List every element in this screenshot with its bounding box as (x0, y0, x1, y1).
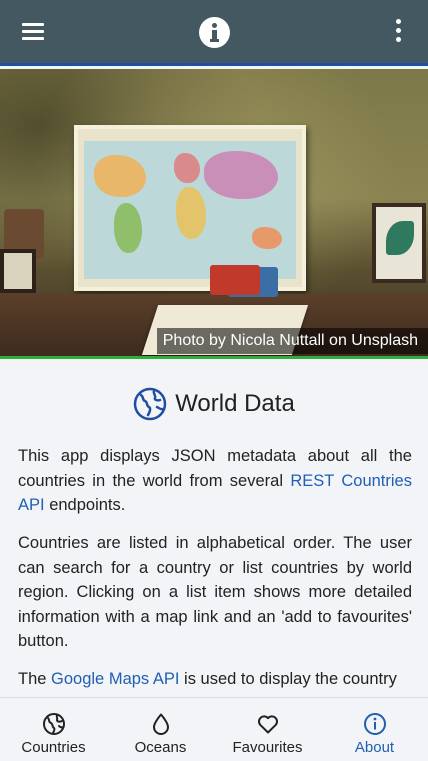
tab-about[interactable]: About (321, 698, 428, 761)
water-drop-icon (153, 713, 169, 735)
framed-picture-left (0, 249, 36, 293)
tab-oceans[interactable]: Oceans (107, 698, 214, 761)
heart-icon (258, 715, 278, 734)
listing-paragraph: Countries are listed in alphabetical ord… (18, 534, 412, 650)
photo-credit: Photo by Nicola Nuttall on Unsplash (156, 328, 428, 354)
tab-countries[interactable]: Countries (0, 698, 107, 761)
maps-paragraph: The Google Maps API is used to display t… (18, 670, 397, 688)
more-vertical-icon[interactable] (394, 19, 402, 45)
tab-label: About (354, 739, 395, 756)
bottom-navigation: Countries Oceans Favourites About (0, 697, 428, 761)
google-maps-link[interactable]: Google Maps API (51, 670, 179, 688)
tab-favourites[interactable]: Favourites (214, 698, 321, 761)
info-icon (364, 713, 386, 735)
globe-icon (43, 713, 65, 735)
info-icon[interactable] (199, 17, 230, 48)
tab-label: Countries (21, 739, 86, 756)
page-title: World Data (0, 386, 428, 422)
about-content: World Data This app displays JSON metada… (0, 362, 428, 697)
framed-picture-right (372, 203, 426, 283)
app-bar (0, 0, 428, 66)
page-title-text: World Data (175, 390, 295, 417)
hamburger-menu-icon[interactable] (22, 23, 44, 41)
world-map-poster (74, 125, 306, 291)
hero-image: Photo by Nicola Nuttall on Unsplash (0, 69, 428, 359)
tab-label: Favourites (232, 739, 303, 756)
tab-label: Oceans (134, 739, 187, 756)
globe-icon (133, 387, 167, 421)
intro-paragraph: This app displays JSON metadata about al… (18, 447, 412, 514)
